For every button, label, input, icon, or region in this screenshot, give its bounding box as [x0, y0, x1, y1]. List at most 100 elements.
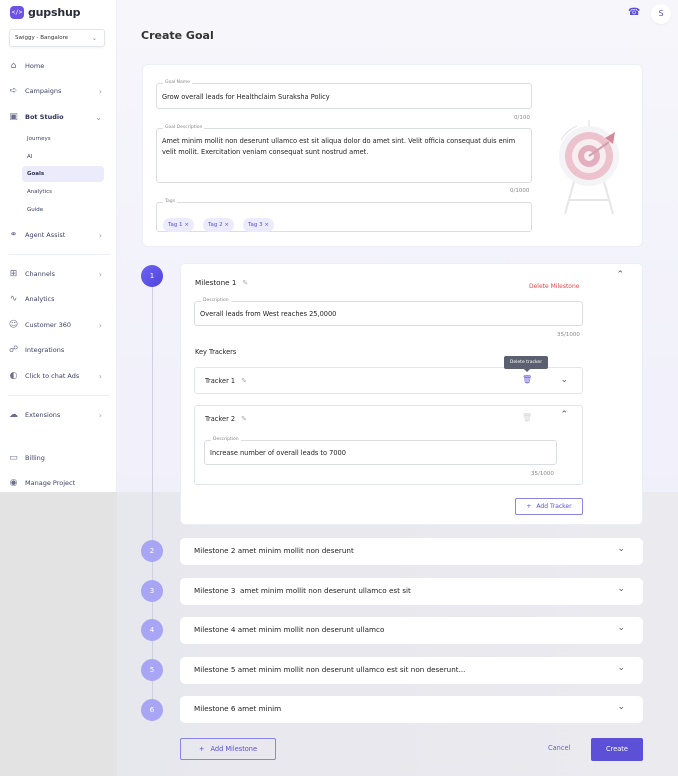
- sidebar-item-click-to-chat-ads[interactable]: ◐ Click to chat Ads ›: [8, 368, 108, 384]
- milestone-description-field[interactable]: Description Overall leads from West reac…: [194, 298, 583, 326]
- home-icon: ⌂: [10, 61, 17, 71]
- milestone-title: Milestone 1 ✎: [195, 278, 248, 287]
- milestone-title: Milestone 5 amet minim mollit non deseru…: [194, 665, 466, 674]
- subitem-label: Guide: [27, 206, 44, 213]
- milestone-title: Milestone 4 amet minim mollit non deseru…: [194, 625, 385, 634]
- chevron-down-icon[interactable]: ⌄: [617, 623, 625, 633]
- tags-field[interactable]: Tags Tag 1 × Tag 2 × Tag 3 ×: [156, 199, 532, 232]
- puzzle-icon: ☁: [9, 410, 18, 420]
- milestone-description-label: Description: [201, 298, 231, 303]
- avatar[interactable]: S: [651, 4, 671, 24]
- tracker-title-text: Tracker 2: [205, 415, 236, 423]
- chevron-down-icon[interactable]: ⌄: [617, 702, 625, 712]
- edit-pencil-icon[interactable]: ✎: [242, 279, 248, 287]
- goal-description-field[interactable]: Goal Description Amet minim mollit non d…: [156, 125, 532, 183]
- add-tracker-button[interactable]: + Add Tracker: [515, 498, 583, 515]
- sidebar-item-label: Bot Studio: [25, 113, 64, 121]
- workspace-select[interactable]: Swiggy - Bangalore ⌄: [9, 29, 105, 47]
- sidebar-subitem-analytics[interactable]: Analytics: [22, 184, 104, 199]
- sidebar-item-bot-studio[interactable]: ▣ Bot Studio ⌄: [8, 109, 108, 125]
- timeline-line: [152, 276, 153, 711]
- milestone-card-2[interactable]: Milestone 2 amet minim mollit non deseru…: [180, 538, 643, 565]
- sidebar-item-manage-project[interactable]: ◉ Manage Project: [8, 475, 108, 491]
- sidebar-subitem-goals[interactable]: Goals: [22, 166, 104, 182]
- tracker-title: Tracker 1 ✎: [205, 377, 247, 385]
- chevron-down-icon[interactable]: ⌄: [617, 663, 625, 673]
- edit-pencil-icon[interactable]: ✎: [241, 377, 247, 385]
- sidebar-item-customer-360[interactable]: ☺ Customer 360 ›: [8, 317, 108, 333]
- bell-icon[interactable]: ☎: [628, 7, 640, 19]
- goal-name-field[interactable]: Goal Name Grow overall leads for Healthc…: [156, 80, 532, 109]
- delete-milestone-button[interactable]: Delete Milestone: [529, 283, 579, 290]
- ads-icon: ◐: [9, 371, 18, 381]
- sidebar-item-label: Channels: [25, 270, 56, 278]
- chevron-up-icon[interactable]: ⌃: [560, 410, 568, 420]
- tracker-description-field[interactable]: Description Increase number of overall l…: [204, 437, 557, 465]
- tag-chip[interactable]: Tag 1 ×: [163, 218, 194, 232]
- sidebar-subitem-ai[interactable]: AI: [22, 149, 104, 164]
- channels-icon: ⊞: [9, 269, 18, 279]
- tag-label: Tag 3: [248, 222, 263, 228]
- add-milestone-button[interactable]: + Add Milestone: [180, 738, 276, 760]
- sidebar: </> gupshup Swiggy - Bangalore ⌄ ⌂ Home …: [0, 0, 117, 492]
- sidebar-item-channels[interactable]: ⊞ Channels ›: [8, 266, 108, 282]
- cancel-button[interactable]: Cancel: [548, 744, 570, 752]
- milestone-card-5[interactable]: Milestone 5 amet minim mollit non deseru…: [180, 657, 643, 684]
- remove-tag-icon[interactable]: ×: [264, 222, 269, 228]
- sidebar-subitem-guide[interactable]: Guide: [22, 202, 104, 217]
- sidebar-item-label: Manage Project: [25, 479, 76, 487]
- chevron-down-icon[interactable]: ⌄: [560, 375, 568, 385]
- tracker-description-counter: 35/1000: [531, 471, 554, 477]
- sidebar-item-label: Billing: [25, 454, 45, 462]
- tag-chip[interactable]: Tag 2 ×: [203, 218, 234, 232]
- subitem-label: AI: [27, 153, 33, 160]
- subitem-label: Analytics: [27, 188, 52, 195]
- sidebar-item-billing[interactable]: ▭ Billing: [8, 450, 108, 466]
- remove-tag-icon[interactable]: ×: [224, 222, 229, 228]
- subitem-label: Journeys: [27, 135, 51, 142]
- sidebar-item-agent-assist[interactable]: ⚭ Agent Assist ›: [8, 227, 108, 243]
- logo[interactable]: </> gupshup: [10, 6, 81, 22]
- tracker-2[interactable]: Tracker 2 ✎ 🗑 ⌃ Description Increase numb…: [194, 405, 583, 485]
- sidebar-divider: [8, 254, 110, 255]
- plug-icon: ☍: [8, 345, 19, 355]
- tracker-title: Tracker 2 ✎: [205, 415, 247, 423]
- brand-name: gupshup: [28, 6, 81, 19]
- sidebar-item-label: Home: [25, 62, 45, 70]
- chevron-right-icon: ›: [98, 269, 102, 279]
- sidebar-item-extensions[interactable]: ☁ Extensions ›: [8, 407, 108, 423]
- goal-name-value: Grow overall leads for Healthclaim Surak…: [162, 93, 330, 101]
- trash-icon[interactable]: 🗑: [522, 375, 532, 384]
- sidebar-item-analytics[interactable]: ∿ Analytics: [8, 291, 108, 307]
- sidebar-subitem-journeys[interactable]: Journeys: [22, 131, 104, 146]
- plus-icon: +: [198, 745, 205, 753]
- milestone-card-4[interactable]: Milestone 4 amet minim mollit non deseru…: [180, 617, 643, 644]
- key-trackers-label: Key Trackers: [195, 348, 237, 356]
- chevron-down-icon[interactable]: ⌄: [617, 584, 625, 594]
- remove-tag-icon[interactable]: ×: [184, 222, 189, 228]
- milestone-card-6[interactable]: Milestone 6 amet minim ⌄: [180, 696, 643, 723]
- chevron-right-icon: ›: [98, 410, 102, 420]
- sidebar-item-integrations[interactable]: ☍ Integrations: [8, 342, 108, 358]
- tracker-description-value: Increase number of overall leads to 7000: [210, 449, 346, 457]
- milestone-step-6: 6: [141, 699, 163, 721]
- trash-icon[interactable]: 🗑: [522, 413, 532, 422]
- milestone-card-3[interactable]: Milestone 3 amet minim mollit non deseru…: [180, 578, 643, 605]
- sidebar-item-campaigns[interactable]: ➪ Campaigns ›: [8, 83, 108, 99]
- tag-chip[interactable]: Tag 3 ×: [243, 218, 274, 232]
- chevron-up-icon[interactable]: ⌃: [616, 270, 624, 280]
- milestone-step-3: 3: [141, 580, 163, 602]
- create-button[interactable]: Create: [591, 738, 643, 761]
- chevron-down-icon[interactable]: ⌄: [617, 544, 625, 554]
- sidebar-item-home[interactable]: ⌂ Home: [8, 58, 108, 74]
- milestone-description-counter: 35/1000: [557, 332, 580, 338]
- chevron-right-icon: ›: [98, 230, 102, 240]
- edit-pencil-icon[interactable]: ✎: [241, 415, 247, 423]
- target-illustration: [559, 120, 619, 215]
- sidebar-item-label: Campaigns: [25, 87, 62, 95]
- tag-label: Tag 2: [208, 222, 223, 228]
- subitem-label: Goals: [27, 171, 45, 177]
- logo-icon: </>: [10, 6, 27, 22]
- sidebar-item-label: Click to chat Ads: [25, 372, 80, 380]
- sidebar-divider: [8, 395, 110, 396]
